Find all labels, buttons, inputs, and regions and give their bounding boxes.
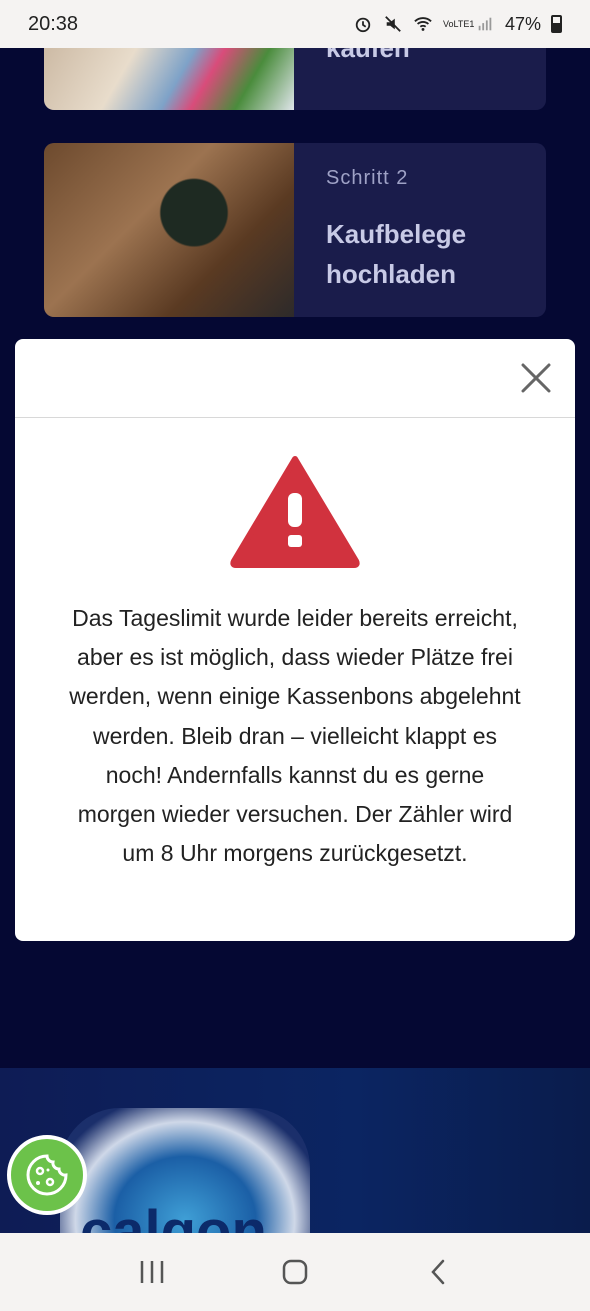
brand-logo: calgon bbox=[80, 1199, 267, 1233]
mute-icon bbox=[385, 16, 401, 32]
status-icons: VoLTE1 47% bbox=[353, 14, 562, 35]
navigation-bar bbox=[0, 1233, 590, 1311]
volte-icon: VoLTE1 bbox=[442, 18, 475, 29]
wifi-icon bbox=[414, 17, 432, 31]
battery-percent: 47% bbox=[504, 13, 541, 34]
alarm-icon bbox=[355, 17, 371, 33]
cookie-icon bbox=[26, 1154, 68, 1196]
modal-header bbox=[15, 339, 575, 418]
close-icon[interactable] bbox=[519, 361, 553, 395]
signal-icon bbox=[478, 17, 492, 31]
step-card-2[interactable]: Schritt 2 Kaufbelege hochladen bbox=[44, 143, 546, 317]
step-2-title: Kaufbelege hochladen bbox=[326, 219, 467, 289]
step-2-label: Schritt 2 bbox=[326, 167, 409, 189]
error-modal: Das Tageslimit wurde leider bereits erre… bbox=[15, 339, 575, 941]
step-card-1[interactable]: kaufen bbox=[44, 48, 546, 110]
step-2-photo bbox=[44, 143, 294, 317]
step-1-photo bbox=[44, 48, 294, 110]
battery-icon bbox=[551, 15, 562, 33]
modal-message: Das Tageslimit wurde leider bereits erre… bbox=[69, 605, 521, 867]
cookie-settings-button[interactable] bbox=[7, 1135, 87, 1215]
status-bar: 20:38 VoLTE1 47% bbox=[0, 0, 590, 48]
recent-apps-icon[interactable] bbox=[132, 1252, 172, 1292]
warning-icon bbox=[230, 456, 360, 568]
promo-section: calgon bbox=[0, 1068, 590, 1233]
home-icon[interactable] bbox=[275, 1252, 315, 1292]
status-time: 20:38 bbox=[28, 12, 79, 35]
back-icon[interactable] bbox=[418, 1252, 458, 1292]
step-1-title: kaufen bbox=[326, 48, 410, 63]
